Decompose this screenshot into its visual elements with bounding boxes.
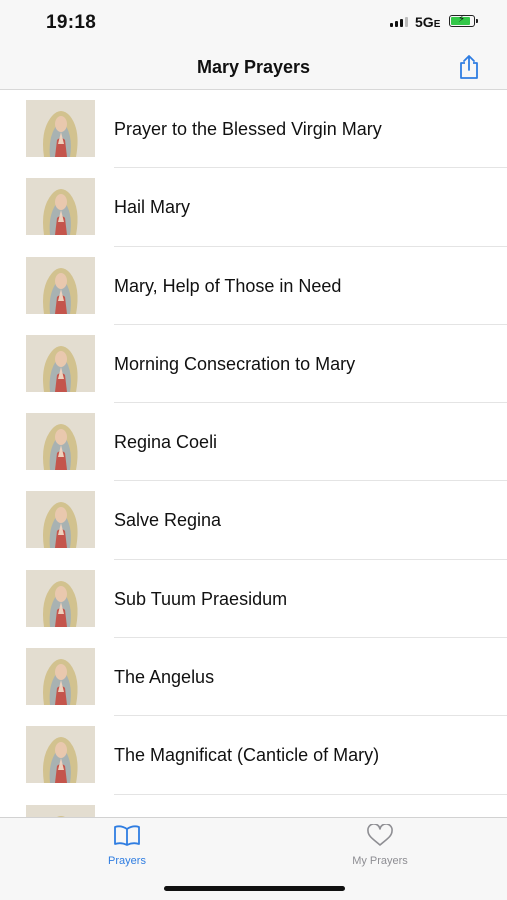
- status-time: 19:18: [46, 12, 97, 33]
- prayer-title: The Magnificat (Canticle of Mary): [114, 745, 380, 766]
- prayer-list-item[interactable]: [0, 795, 507, 817]
- prayer-title: Prayer to the Blessed Virgin Mary: [114, 119, 382, 139]
- prayer-list-item[interactable]: Prayer to the Blessed Virgin Mary: [0, 90, 507, 169]
- mary-thumbnail-image: [26, 100, 95, 157]
- mary-thumbnail-image: [26, 491, 95, 549]
- prayer-list[interactable]: Prayer to the Blessed Virgin Mary Hail M…: [0, 90, 507, 817]
- prayer-list-item[interactable]: Regina Coeli: [0, 403, 507, 482]
- mary-thumbnail-image: [26, 569, 95, 627]
- network-type: 5GE: [415, 14, 441, 30]
- tab-prayers-label: Prayers: [108, 855, 146, 867]
- prayer-title: Salve Regina: [114, 510, 222, 531]
- prayer-title: Hail Mary: [114, 197, 191, 218]
- prayer-list-item[interactable]: The Magnificat (Canticle of Mary): [0, 716, 507, 795]
- prayer-title: The Angelus: [114, 667, 215, 688]
- prayer-title: Mary, Help of Those in Need: [114, 275, 342, 296]
- mary-thumbnail-image: [26, 178, 95, 236]
- share-icon[interactable]: [456, 54, 482, 80]
- navigation-bar: Mary Prayers: [0, 44, 507, 90]
- mary-thumbnail-image: [26, 334, 95, 392]
- cellular-signal-icon: [390, 17, 408, 27]
- mary-thumbnail-image: [26, 413, 95, 471]
- tab-my-prayers-label: My Prayers: [352, 855, 408, 867]
- tab-prayers[interactable]: Prayers: [67, 824, 187, 867]
- tab-my-prayers[interactable]: My Prayers: [320, 823, 440, 867]
- prayer-title: Morning Consecration to Mary: [114, 353, 356, 374]
- prayer-list-item[interactable]: Sub Tuum Praesidum: [0, 560, 507, 639]
- prayer-list-item[interactable]: The Angelus: [0, 638, 507, 717]
- status-bar: 19:18 5GE ⚡: [0, 0, 507, 44]
- prayer-list-item[interactable]: Morning Consecration to Mary: [0, 325, 507, 404]
- prayer-list-item[interactable]: Salve Regina: [0, 481, 507, 560]
- home-indicator: [164, 886, 345, 891]
- heart-icon: [367, 823, 393, 846]
- mary-thumbnail-image: [26, 648, 95, 706]
- battery-icon: ⚡: [449, 14, 478, 27]
- prayer-title: Sub Tuum Praesidum: [114, 588, 288, 609]
- mary-thumbnail-image: [26, 726, 95, 784]
- page-title: Mary Prayers: [196, 57, 311, 77]
- book-icon: [114, 825, 140, 846]
- mary-thumbnail-image: [26, 256, 95, 314]
- prayer-list-item[interactable]: Mary, Help of Those in Need: [0, 247, 507, 325]
- prayer-title: Regina Coeli: [114, 432, 218, 453]
- mary-thumbnail-image: [26, 804, 95, 817]
- prayer-list-item[interactable]: Hail Mary: [0, 168, 507, 247]
